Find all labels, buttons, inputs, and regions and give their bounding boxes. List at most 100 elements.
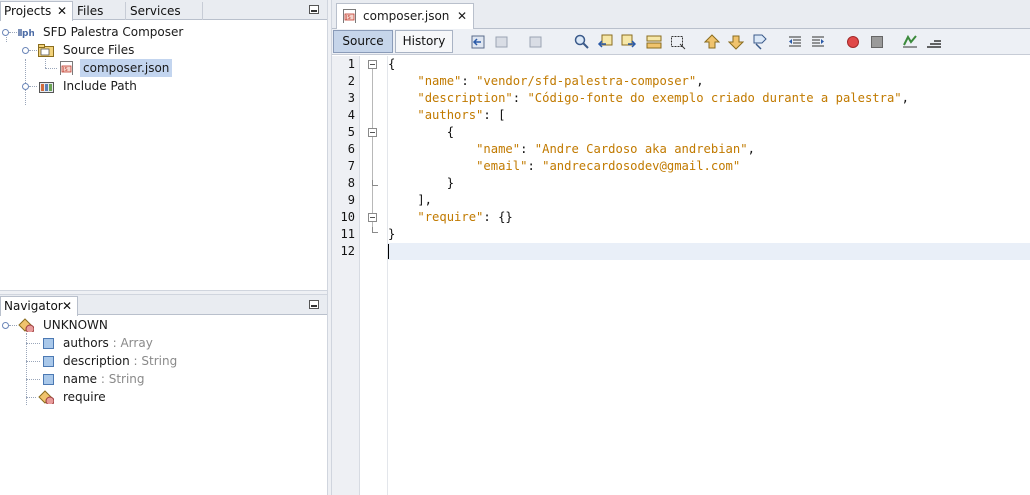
tree-node-composer-json[interactable]: JS composer.json (0, 59, 327, 77)
code-line[interactable]: ], (388, 192, 1030, 209)
code-line[interactable]: } (388, 175, 1030, 192)
minimize-icon[interactable] (309, 300, 319, 309)
source-button[interactable]: Source (333, 30, 393, 53)
stop-macro-icon[interactable] (869, 34, 885, 50)
source-files-label: Source Files (63, 43, 135, 57)
line-number: 6 (347, 142, 355, 156)
field-icon (43, 338, 54, 349)
toggle-highlight-icon[interactable] (646, 34, 662, 50)
tab-files[interactable]: Files (74, 2, 126, 20)
fold-collapse-icon[interactable] (368, 60, 377, 69)
close-icon[interactable]: ✕ (457, 5, 467, 27)
navigator-root-label: UNKNOWN (43, 318, 108, 332)
last-edit-icon[interactable] (470, 34, 486, 50)
tree-node-include-path[interactable]: Include Path (0, 77, 327, 95)
tab-projects[interactable]: Projects ✕ (0, 1, 73, 21)
editor-tab-composer-json[interactable]: JS composer.json ✕ (336, 3, 474, 29)
comment-icon[interactable] (902, 34, 918, 50)
line-number: 9 (347, 193, 355, 207)
minimize-icon[interactable] (309, 5, 319, 14)
svg-text:JS: JS (345, 15, 351, 21)
line-number: 5 (347, 125, 355, 139)
next-bookmark-icon[interactable] (728, 34, 744, 50)
code-line[interactable] (388, 243, 1030, 260)
shift-right-icon[interactable] (810, 34, 826, 50)
fold-end-marker (372, 180, 378, 186)
toggle-bookmark-icon[interactable] (752, 34, 768, 50)
code-editor[interactable]: { "name": "vendor/sfd-palestra-composer"… (388, 56, 1030, 495)
tree-node-source-files[interactable]: Source Files (0, 41, 327, 59)
navigator-item-description[interactable]: description : String (0, 352, 327, 370)
field-icon (43, 374, 54, 385)
navigator-item-require[interactable]: require (0, 388, 327, 406)
require-name: require (63, 390, 106, 404)
uncomment-icon[interactable] (926, 34, 942, 50)
composer-json-label: composer.json (80, 59, 173, 77)
code-line[interactable]: } (388, 226, 1030, 243)
code-line[interactable]: "description": "Código-fonte do exemplo … (388, 90, 1030, 107)
code-line[interactable]: { (388, 124, 1030, 141)
projects-tabbar: Projects ✕ Files Services (0, 0, 327, 21)
fold-end-marker (372, 227, 378, 233)
project-tree: php SFD Palestra Composer Source Files (0, 21, 327, 289)
name-name: name (63, 372, 98, 386)
code-line[interactable]: "authors": [ (388, 107, 1030, 124)
back-icon[interactable] (495, 34, 511, 50)
rectangular-selection-icon[interactable] (670, 34, 686, 50)
navigator-item-name[interactable]: name : String (0, 370, 327, 388)
fold-margin (360, 56, 388, 495)
fold-collapse-icon[interactable] (368, 128, 377, 137)
tree-node-project[interactable]: php SFD Palestra Composer (0, 23, 327, 41)
forward-icon[interactable] (529, 34, 545, 50)
record-macro-icon[interactable] (845, 34, 861, 50)
find-next-icon[interactable] (621, 34, 637, 50)
include-path-label: Include Path (63, 79, 137, 93)
object-icon (18, 318, 34, 332)
authors-type: : Array (108, 336, 153, 350)
history-button[interactable]: History (395, 30, 453, 53)
line-number: 7 (347, 159, 355, 173)
editor-area: JS composer.json ✕ Source History 1 2 3 … (332, 0, 1030, 495)
tab-navigator[interactable]: Navigator ✕ (0, 296, 78, 316)
code-line[interactable]: "email": "andrecardosodev@gmail.com" (388, 158, 1030, 175)
code-line[interactable]: { (388, 56, 1030, 73)
previous-bookmark-icon[interactable] (704, 34, 720, 50)
fold-collapse-icon[interactable] (368, 213, 377, 222)
code-line[interactable]: "name": "Andre Cardoso aka andrebian", (388, 141, 1030, 158)
find-icon[interactable] (574, 34, 590, 50)
source-folder-icon (38, 44, 54, 57)
navigator-item-label: authors : Array (63, 334, 153, 352)
editor-tabbar: JS composer.json ✕ (332, 0, 1030, 29)
code-line[interactable]: "require": {} (388, 209, 1030, 226)
navigator-root[interactable]: UNKNOWN (0, 316, 327, 334)
json-file-icon: JS (343, 9, 356, 23)
line-number: 12 (340, 244, 355, 258)
navigator-item-label: description : String (63, 352, 177, 370)
text-caret (388, 244, 389, 259)
navigator-tree: UNKNOWN authors : Array description : St… (0, 316, 327, 495)
expanded-toggle-icon[interactable] (22, 47, 29, 54)
tab-services[interactable]: Services (127, 2, 203, 20)
close-icon[interactable]: ✕ (62, 297, 72, 315)
navigator-item-label: name : String (63, 370, 145, 388)
left-column: Projects ✕ Files Services php SFD Palest… (0, 0, 327, 495)
expanded-toggle-icon[interactable] (2, 322, 9, 329)
shift-left-icon[interactable] (787, 34, 803, 50)
code-line[interactable]: "name": "vendor/sfd-palestra-composer", (388, 73, 1030, 90)
expanded-toggle-icon[interactable] (2, 29, 9, 36)
close-icon[interactable]: ✕ (57, 2, 67, 20)
line-number: 3 (347, 91, 355, 105)
line-number: 8 (347, 176, 355, 190)
svg-text:php: php (22, 29, 34, 39)
collapsed-toggle-icon[interactable] (22, 83, 29, 90)
editor-tab-label: composer.json (363, 9, 450, 23)
json-file-icon: JS (60, 61, 73, 75)
editor-toolbar: Source History (332, 29, 1030, 55)
navigator-tabbar: Navigator ✕ (0, 295, 327, 316)
find-previous-icon[interactable] (597, 34, 613, 50)
name-type: : String (97, 372, 145, 386)
line-number: 11 (340, 227, 355, 241)
project-name: SFD Palestra Composer (43, 25, 184, 39)
php-project-icon: php (18, 29, 34, 39)
navigator-item-authors[interactable]: authors : Array (0, 334, 327, 352)
